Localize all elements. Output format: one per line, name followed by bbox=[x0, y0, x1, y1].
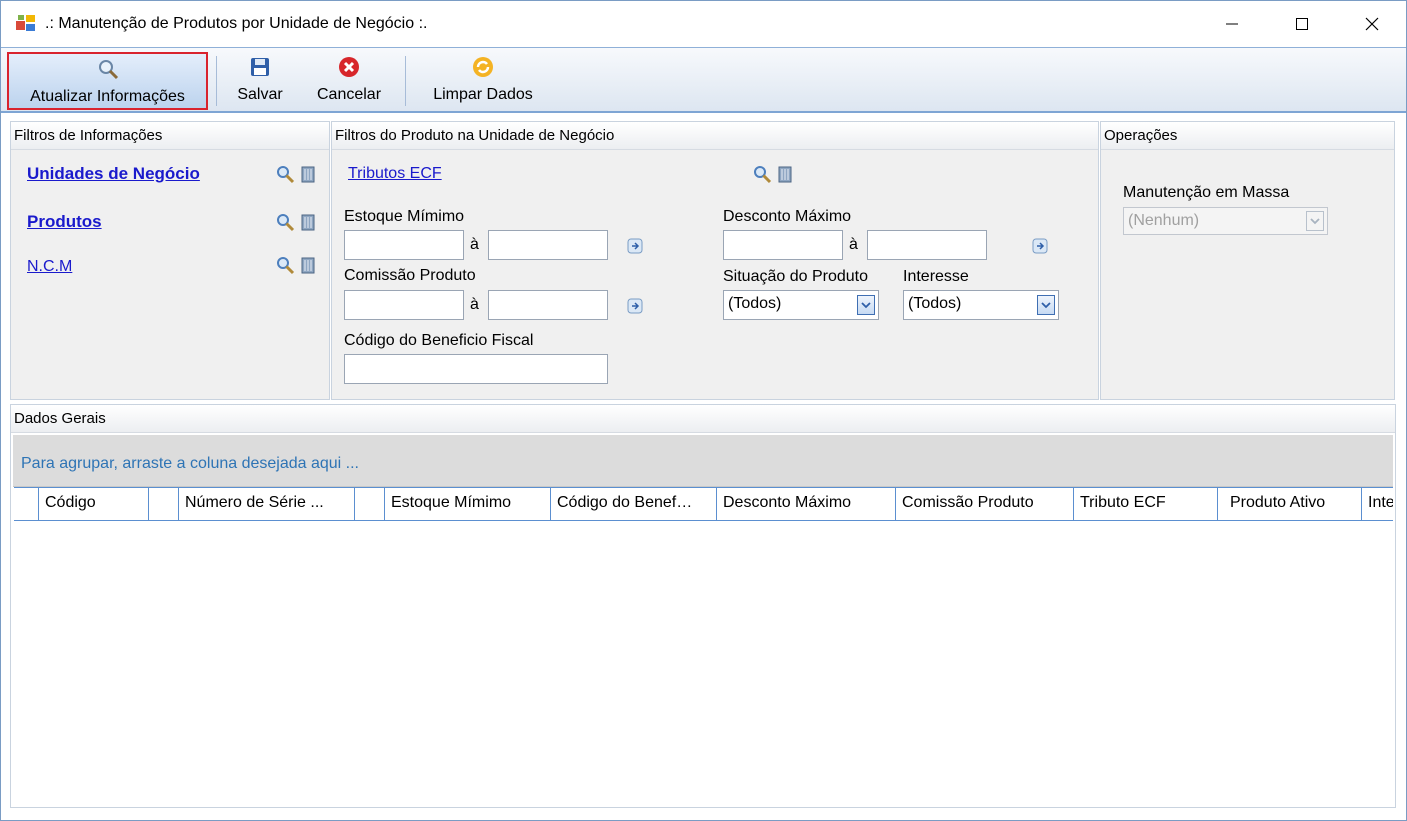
beneficio-fiscal-label: Código do Beneficio Fiscal bbox=[344, 332, 534, 349]
mass-maintenance-label: Manutenção em Massa bbox=[1123, 184, 1290, 201]
minimize-button[interactable] bbox=[1197, 1, 1267, 47]
chevron-down-icon bbox=[1306, 211, 1324, 231]
apply-filter-icon[interactable] bbox=[1031, 237, 1049, 255]
group-by-area[interactable]: Para agrupar, arraste a coluna desejada … bbox=[13, 435, 1393, 487]
column-header-interesse[interactable]: Inte bbox=[1362, 488, 1393, 520]
refresh-arrows-icon bbox=[472, 56, 494, 78]
beneficio-fiscal-input[interactable] bbox=[344, 354, 608, 384]
estoque-minimo-label: Estoque Mímimo bbox=[344, 208, 465, 225]
clear-filter-icon[interactable] bbox=[297, 255, 317, 275]
product-filters-group: Filtros do Produto na Unidade de Negócio… bbox=[331, 121, 1099, 400]
column-header-blank[interactable] bbox=[355, 488, 385, 520]
comissao-label: Comissão Produto bbox=[344, 267, 476, 284]
ncm-actions bbox=[275, 255, 317, 275]
situacao-label: Situação do Produto bbox=[723, 268, 868, 285]
column-header-indicator[interactable] bbox=[14, 488, 39, 520]
column-header-codigo-beneficio[interactable]: Código do Benef… bbox=[551, 488, 717, 520]
column-header-tributo-ecf[interactable]: Tributo ECF bbox=[1074, 488, 1218, 520]
ncm-link[interactable]: N.C.M bbox=[27, 258, 72, 276]
tributos-actions bbox=[752, 164, 794, 184]
situacao-select[interactable]: (Todos) bbox=[723, 290, 879, 320]
clear-filter-icon[interactable] bbox=[297, 164, 317, 184]
minimize-icon bbox=[1226, 23, 1238, 25]
magnifier-icon bbox=[97, 58, 119, 80]
save-label: Salvar bbox=[237, 86, 283, 103]
close-icon bbox=[1365, 17, 1379, 31]
desconto-to-input[interactable] bbox=[867, 230, 987, 260]
refresh-label: Atualizar Informações bbox=[30, 88, 185, 105]
save-button[interactable]: Salvar bbox=[229, 52, 291, 110]
interesse-select[interactable]: (Todos) bbox=[903, 290, 1059, 320]
search-icon[interactable] bbox=[752, 164, 772, 184]
column-header-desconto-maximo[interactable]: Desconto Máximo bbox=[717, 488, 896, 520]
close-button[interactable] bbox=[1337, 1, 1407, 47]
products-actions bbox=[275, 212, 317, 232]
column-header-estoque-minimo[interactable]: Estoque Mímimo bbox=[385, 488, 551, 520]
info-filters-header: Filtros de Informações bbox=[11, 122, 329, 150]
clear-filter-icon[interactable] bbox=[774, 164, 794, 184]
maximize-button[interactable] bbox=[1267, 1, 1337, 47]
range-separator: à bbox=[849, 236, 858, 253]
toolbar-separator bbox=[405, 56, 406, 106]
apply-filter-icon[interactable] bbox=[626, 297, 644, 315]
maximize-icon bbox=[1296, 18, 1308, 30]
column-header-blank[interactable] bbox=[149, 488, 179, 520]
search-icon[interactable] bbox=[275, 255, 295, 275]
cancel-button[interactable]: Cancelar bbox=[307, 52, 391, 110]
comissao-to-input[interactable] bbox=[488, 290, 608, 320]
apply-filter-icon[interactable] bbox=[626, 237, 644, 255]
products-link[interactable]: Produtos bbox=[27, 212, 102, 232]
grid-body[interactable] bbox=[14, 521, 1393, 805]
clear-data-label: Limpar Dados bbox=[433, 86, 533, 103]
search-icon[interactable] bbox=[275, 164, 295, 184]
grid-header-row: Código Número de Série ... Estoque Mímim… bbox=[14, 487, 1393, 521]
column-header-produto-ativo[interactable]: Produto Ativo bbox=[1218, 488, 1362, 520]
business-units-actions bbox=[275, 164, 317, 184]
estoque-min-to-input[interactable] bbox=[488, 230, 608, 260]
column-header-comissao[interactable]: Comissão Produto bbox=[896, 488, 1074, 520]
floppy-disk-icon bbox=[249, 56, 271, 78]
operations-header: Operações bbox=[1101, 122, 1394, 150]
interesse-value: (Todos) bbox=[908, 295, 962, 312]
clear-data-button[interactable]: Limpar Dados bbox=[421, 52, 545, 110]
group-by-hint: Para agrupar, arraste a coluna desejada … bbox=[21, 455, 359, 472]
desconto-from-input[interactable] bbox=[723, 230, 843, 260]
business-units-link[interactable]: Unidades de Negócio bbox=[27, 164, 200, 184]
comissao-from-input[interactable] bbox=[344, 290, 464, 320]
general-data-group: Dados Gerais Para agrupar, arraste a col… bbox=[10, 404, 1396, 808]
range-separator: à bbox=[470, 296, 479, 313]
cancel-icon bbox=[338, 56, 360, 78]
refresh-button[interactable]: Atualizar Informações bbox=[7, 52, 208, 110]
range-separator: à bbox=[470, 236, 479, 253]
interesse-label: Interesse bbox=[903, 268, 969, 285]
operations-group: Operações Manutenção em Massa (Nenhum) bbox=[1100, 121, 1395, 400]
estoque-min-from-input[interactable] bbox=[344, 230, 464, 260]
desconto-maximo-label: Desconto Máximo bbox=[723, 208, 852, 225]
mass-maintenance-value: (Nenhum) bbox=[1128, 212, 1200, 229]
chevron-down-icon[interactable] bbox=[1037, 295, 1055, 315]
toolbar: Atualizar Informações Salvar Cancelar Li… bbox=[1, 47, 1406, 113]
column-header-codigo[interactable]: Código bbox=[39, 488, 149, 520]
app-icon bbox=[16, 15, 35, 31]
column-header-numero-serie[interactable]: Número de Série ... bbox=[179, 488, 355, 520]
info-filters-group: Filtros de Informações Unidades de Negóc… bbox=[10, 121, 330, 400]
window-title: .: Manutenção de Produtos por Unidade de… bbox=[45, 15, 428, 32]
situacao-value: (Todos) bbox=[728, 295, 782, 312]
mass-maintenance-select[interactable]: (Nenhum) bbox=[1123, 207, 1328, 235]
chevron-down-icon[interactable] bbox=[857, 295, 875, 315]
main-window: .: Manutenção de Produtos por Unidade de… bbox=[0, 0, 1407, 821]
toolbar-separator bbox=[216, 56, 217, 106]
product-filters-header: Filtros do Produto na Unidade de Negócio bbox=[332, 122, 1098, 150]
general-data-header: Dados Gerais bbox=[11, 405, 1395, 433]
title-bar: .: Manutenção de Produtos por Unidade de… bbox=[1, 1, 1406, 47]
tributos-ecf-link[interactable]: Tributos ECF bbox=[348, 165, 442, 183]
search-icon[interactable] bbox=[275, 212, 295, 232]
clear-filter-icon[interactable] bbox=[297, 212, 317, 232]
cancel-label: Cancelar bbox=[316, 86, 382, 103]
